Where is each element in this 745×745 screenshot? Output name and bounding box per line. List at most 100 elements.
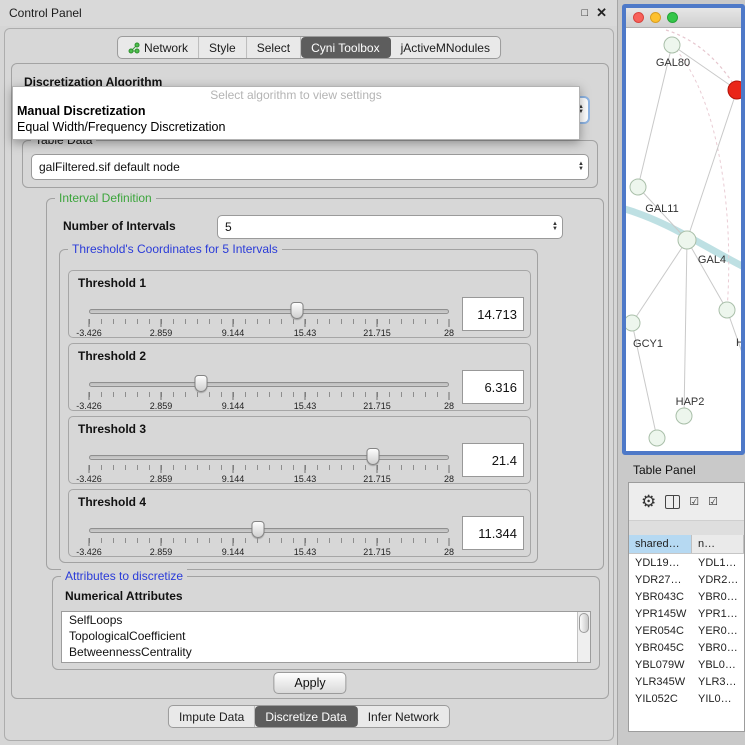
table-row[interactable]: YDL19…YDL1…	[629, 554, 744, 571]
scale-label: 21.715	[363, 328, 391, 338]
threshold-label: Threshold 1	[78, 276, 146, 290]
table-row[interactable]: YLR345WYLR3…	[629, 673, 744, 690]
numerical-attributes-list[interactable]: SelfLoops TopologicalCoefficient Between…	[61, 611, 591, 663]
mac-close-button[interactable]	[633, 12, 644, 23]
table-toolbar: ⚙ ☑ ☑	[629, 483, 744, 521]
columns-icon[interactable]	[665, 495, 680, 509]
table-row[interactable]: YER054CYER0…	[629, 622, 744, 639]
slider-track[interactable]	[89, 455, 449, 460]
cell-name: YDR2…	[692, 571, 744, 588]
table-row[interactable]: YIL052CYIL0…	[629, 690, 744, 707]
node[interactable]	[719, 302, 735, 318]
gear-icon[interactable]: ⚙	[641, 493, 656, 510]
column-header-name[interactable]: n…	[692, 535, 744, 553]
scrollbar-thumb[interactable]	[579, 613, 589, 633]
dropdown-option-equal-width-frequency[interactable]: Equal Width/Frequency Discretization	[13, 119, 579, 135]
table-panel-window: ⚙ ☑ ☑ shared… n… YDL19…YDL1… YDR27…YDR2……	[628, 482, 745, 732]
slider-track[interactable]	[89, 309, 449, 314]
slider-tick-marks	[89, 392, 449, 397]
cell-shared-name: YBR043C	[629, 588, 692, 605]
nodes[interactable]	[626, 37, 735, 446]
list-item[interactable]: TopologicalCoefficient	[62, 628, 590, 644]
threshold-3-value[interactable]: 21.4	[462, 443, 524, 477]
column-header-shared-name[interactable]: shared…	[629, 535, 692, 553]
checkbox-icon[interactable]: ☑	[708, 495, 718, 508]
scale-label: 28	[444, 401, 454, 411]
node-label: GAL11	[645, 203, 678, 215]
slider-handle[interactable]	[367, 448, 380, 465]
slider-track[interactable]	[89, 382, 449, 387]
table-header-row: shared… n…	[629, 535, 744, 554]
table-row[interactable]: YBR043CYBR0…	[629, 588, 744, 605]
threshold-2-slider[interactable]: -3.426 2.859 9.144 15.43 21.715 28	[89, 378, 449, 410]
network-titlebar[interactable]	[626, 8, 741, 28]
dropdown-option-manual-discretization[interactable]: Manual Discretization	[13, 103, 579, 119]
window-title: Control Panel	[0, 6, 82, 20]
control-panel-titlebar[interactable]: Control Panel □ ✕	[0, 0, 617, 26]
node[interactable]	[676, 408, 692, 424]
threshold-1-slider[interactable]: -3.426 2.859 9.144 15.43 21.715 28	[89, 305, 449, 337]
threshold-1-value[interactable]: 14.713	[462, 297, 524, 331]
toolbar-gap	[629, 521, 744, 535]
scale-label: -3.426	[76, 401, 102, 411]
tab-select[interactable]: Select	[247, 37, 301, 58]
tab-impute-data[interactable]: Impute Data	[169, 706, 255, 727]
tab-style[interactable]: Style	[199, 37, 247, 58]
tab-cyni-toolbox[interactable]: Cyni Toolbox	[301, 37, 390, 58]
scale-label: 21.715	[363, 401, 391, 411]
node[interactable]	[626, 315, 640, 331]
slider-handle[interactable]	[290, 302, 303, 319]
network-graph[interactable]: GAL80 GAL11 GAL4 GCY1 HAP2 H	[626, 28, 741, 451]
mac-minimize-button[interactable]	[650, 12, 661, 23]
cell-name: YLR3…	[692, 673, 744, 690]
list-item[interactable]: BetweennessCentrality	[62, 644, 590, 660]
thresholds-legend: Threshold's Coordinates for 5 Intervals	[68, 242, 282, 256]
threshold-4-slider[interactable]: -3.426 2.859 9.144 15.43 21.715 28	[89, 524, 449, 556]
apply-button[interactable]: Apply	[273, 672, 346, 694]
table-data-combo[interactable]: galFiltered.sif default node ▲▼	[31, 154, 589, 180]
list-scrollbar[interactable]	[577, 612, 590, 662]
table-row[interactable]: YDR27…YDR2…	[629, 571, 744, 588]
network-icon	[128, 42, 140, 54]
threshold-4-value[interactable]: 11.344	[462, 516, 524, 550]
slider-track[interactable]	[89, 528, 449, 533]
tab-discretize-data[interactable]: Discretize Data	[255, 706, 357, 727]
threshold-3-slider[interactable]: -3.426 2.859 9.144 15.43 21.715 28	[89, 451, 449, 483]
table-row[interactable]: YPR145WYPR1…	[629, 605, 744, 622]
top-tab-bar: Network Style Select Cyni Toolbox jActiv…	[117, 36, 501, 59]
close-window-icon[interactable]: ✕	[596, 5, 607, 21]
cell-shared-name: YBL079W	[629, 656, 692, 673]
cell-shared-name: YBR045C	[629, 639, 692, 656]
mac-zoom-button[interactable]	[667, 12, 678, 23]
slider-handle[interactable]	[194, 375, 207, 392]
scale-label: 15.43	[294, 547, 317, 557]
tab-infer-network[interactable]: Infer Network	[358, 706, 449, 727]
tab-jactivemnodules[interactable]: jActiveMNodules	[391, 37, 500, 58]
network-view-window: GAL80 GAL11 GAL4 GCY1 HAP2 H	[622, 4, 745, 455]
selected-red-node[interactable]	[728, 81, 741, 99]
table-row[interactable]: YBR045CYBR0…	[629, 639, 744, 656]
cell-shared-name: YLR345W	[629, 673, 692, 690]
number-of-intervals-combo[interactable]: 5 ▲▼	[217, 215, 563, 239]
float-window-icon[interactable]: □	[581, 7, 588, 19]
table-row[interactable]: YBL079WYBL0…	[629, 656, 744, 673]
node-label: GAL80	[656, 57, 690, 69]
scale-label: 9.144	[222, 474, 245, 484]
interval-definition-group: Interval Definition Number of Intervals …	[46, 198, 604, 570]
threshold-2-value[interactable]: 6.316	[462, 370, 524, 404]
list-item[interactable]: SelfLoops	[62, 612, 590, 628]
tab-network[interactable]: Network	[118, 37, 199, 58]
slider-handle[interactable]	[252, 521, 265, 538]
cyni-toolbox-panel: Discretization Algorithm ▲▼ Select algor…	[11, 63, 609, 699]
table-panel-title: Table Panel	[633, 463, 696, 477]
node[interactable]	[649, 430, 665, 446]
number-of-intervals-label: Number of Intervals	[63, 219, 176, 233]
node[interactable]	[678, 231, 696, 249]
spinner-down-icon: ▼	[578, 167, 584, 172]
tab-label: Discretize Data	[265, 710, 346, 724]
table-body: YDL19…YDL1… YDR27…YDR2… YBR043CYBR0… YPR…	[629, 554, 744, 707]
node[interactable]	[664, 37, 680, 53]
scale-label: 2.859	[150, 547, 173, 557]
node[interactable]	[630, 179, 646, 195]
checkbox-icon[interactable]: ☑	[689, 495, 699, 508]
